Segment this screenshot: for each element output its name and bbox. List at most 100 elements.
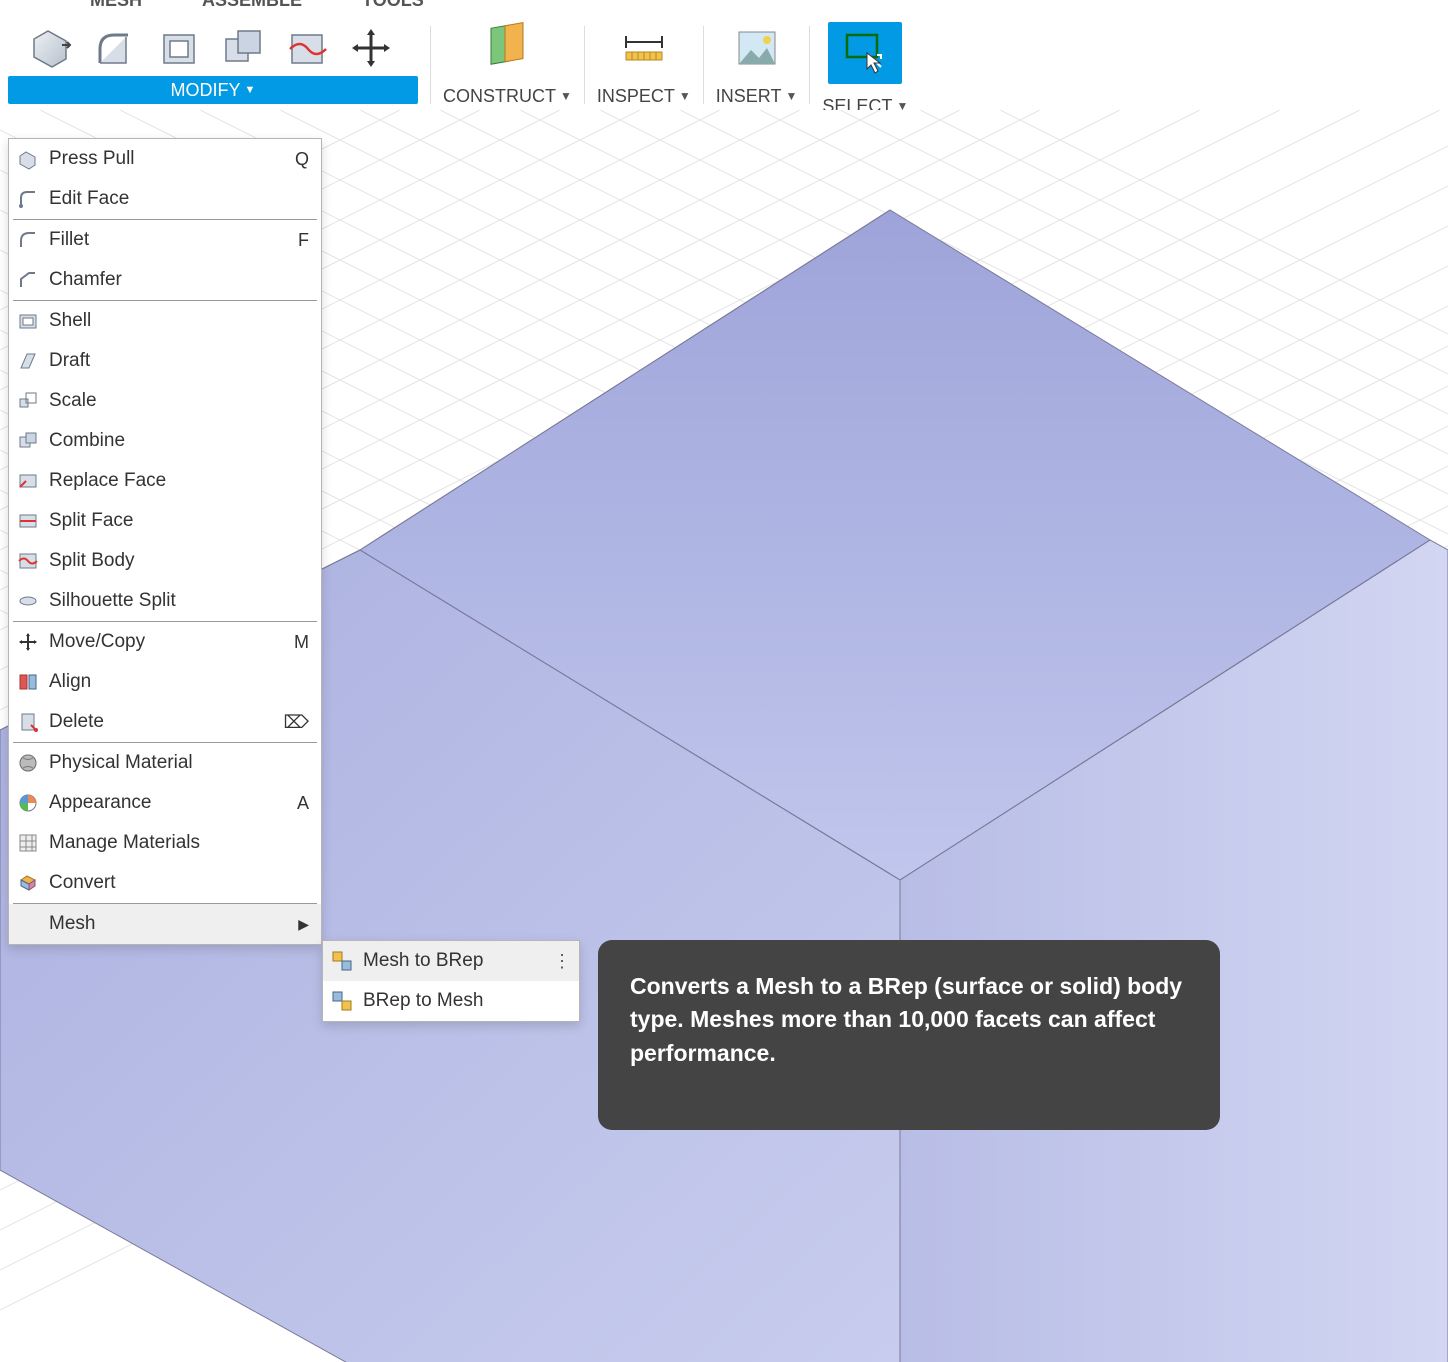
menu-item-shortcut: ⌦ (284, 712, 309, 733)
menu-item-label: Align (49, 671, 291, 693)
menu-item-move-copy[interactable]: Move/CopyM (9, 622, 321, 662)
menu-item-label: Appearance (49, 792, 291, 814)
menu-item-manage-materials[interactable]: Manage Materials (9, 823, 321, 863)
menu-item-label: Chamfer (49, 269, 291, 291)
menu-item-label: Move/Copy (49, 631, 291, 653)
delete-icon (15, 709, 41, 735)
menu-item-label: Mesh (49, 913, 298, 935)
modify-dropdown-button[interactable]: MODIFY ▼ (8, 76, 418, 104)
menu-item-label: Split Face (49, 510, 291, 532)
brep-to-mesh-icon (329, 988, 355, 1014)
menu-item-chamfer[interactable]: Chamfer (9, 260, 321, 300)
insert-icon[interactable] (731, 22, 783, 74)
tooltip-panel: Converts a Mesh to a BRep (surface or so… (598, 940, 1220, 1130)
menu-item-convert[interactable]: Convert (9, 863, 321, 903)
menu-item-shortcut: M (291, 632, 309, 653)
modify-dropdown-menu: Press PullQEdit FaceFilletFChamferShellD… (8, 138, 322, 945)
dropdown-triangle-icon: ▼ (245, 84, 256, 96)
select-icon[interactable] (828, 22, 902, 84)
physical-material-icon (15, 750, 41, 776)
submenu-item-brep-to-mesh[interactable]: BRep to Mesh (323, 981, 579, 1021)
menu-item-fillet[interactable]: FilletF (9, 220, 321, 260)
toolbar-group-insert: INSERT ▼ (712, 20, 802, 108)
menu-item-label: Split Body (49, 550, 291, 572)
separator (430, 26, 431, 104)
fillet-icon (15, 227, 41, 253)
menu-item-shortcut: F (291, 230, 309, 251)
menu-item-label: Scale (49, 390, 291, 412)
menu-item-label: Replace Face (49, 470, 291, 492)
manage-materials-icon (15, 830, 41, 856)
replace-face-icon (15, 468, 41, 494)
dropdown-triangle-icon: ▼ (785, 89, 797, 103)
menu-item-silhouette-split[interactable]: Silhouette Split (9, 581, 321, 621)
insert-label: INSERT (716, 86, 782, 107)
tab-assemble[interactable]: ASSEMBLE (202, 0, 302, 10)
shell-icon[interactable] (153, 22, 205, 74)
separator (584, 26, 585, 104)
toolbar: MODIFY ▼ CONSTRUCT ▼ INSPECT ▼ (0, 10, 1448, 110)
menu-item-align[interactable]: Align (9, 662, 321, 702)
inspect-label: INSPECT (597, 86, 675, 107)
kebab-icon[interactable]: ⋮ (553, 951, 569, 972)
menu-item-label: Draft (49, 350, 291, 372)
menu-item-delete[interactable]: Delete⌦ (9, 702, 321, 742)
mesh-to-brep-icon (329, 948, 355, 974)
split-body-icon (15, 548, 41, 574)
menu-item-split-face[interactable]: Split Face (9, 501, 321, 541)
appearance-icon (15, 790, 41, 816)
mesh-submenu: Mesh to BRep ⋮ BRep to Mesh (322, 940, 580, 1022)
construct-dropdown-button[interactable]: CONSTRUCT ▼ (443, 84, 572, 108)
modify-label: MODIFY (171, 80, 241, 101)
construct-label: CONSTRUCT (443, 86, 556, 107)
menu-item-label: Fillet (49, 229, 291, 251)
submenu-item-label: Mesh to BRep (363, 950, 553, 972)
tab-tools[interactable]: TOOLS (362, 0, 424, 10)
scale-icon (15, 388, 41, 414)
combine-icon (15, 428, 41, 454)
menu-item-physical-material[interactable]: Physical Material (9, 743, 321, 783)
menu-item-draft[interactable]: Draft (9, 341, 321, 381)
menu-item-replace-face[interactable]: Replace Face (9, 461, 321, 501)
toolbar-group-select: SELECT ▼ (818, 20, 912, 118)
tooltip-text: Converts a Mesh to a BRep (surface or so… (630, 973, 1182, 1066)
menu-item-label: Edit Face (49, 188, 291, 210)
shell-icon (15, 308, 41, 334)
inspect-dropdown-button[interactable]: INSPECT ▼ (597, 84, 691, 108)
ribbon-tabs: MESH ASSEMBLE TOOLS (0, 0, 1448, 10)
submenu-item-mesh-to-brep[interactable]: Mesh to BRep ⋮ (323, 941, 579, 981)
split-body-icon[interactable] (281, 22, 333, 74)
menu-item-label: Shell (49, 310, 291, 332)
menu-item-scale[interactable]: Scale (9, 381, 321, 421)
align-icon (15, 669, 41, 695)
menu-item-label: Silhouette Split (49, 590, 291, 612)
menu-item-appearance[interactable]: AppearanceA (9, 783, 321, 823)
menu-item-combine[interactable]: Combine (9, 421, 321, 461)
tab-mesh[interactable]: MESH (90, 0, 142, 10)
press-pull-icon[interactable] (25, 22, 77, 74)
toolbar-group-modify: MODIFY ▼ (0, 20, 422, 104)
combine-icon[interactable] (217, 22, 269, 74)
move-copy-icon (15, 629, 41, 655)
construct-icon[interactable] (481, 22, 533, 74)
draft-icon (15, 348, 41, 374)
convert-icon (15, 870, 41, 896)
submenu-item-label: BRep to Mesh (363, 990, 569, 1012)
dropdown-triangle-icon: ▼ (560, 89, 572, 103)
separator (703, 26, 704, 104)
move-icon[interactable] (345, 22, 397, 74)
submenu-arrow-icon: ▶ (298, 916, 309, 933)
edit-face-icon (15, 186, 41, 212)
menu-item-split-body[interactable]: Split Body (9, 541, 321, 581)
menu-item-label: Press Pull (49, 148, 291, 170)
menu-item-edit-face[interactable]: Edit Face (9, 179, 321, 219)
menu-item-press-pull[interactable]: Press PullQ (9, 139, 321, 179)
insert-dropdown-button[interactable]: INSERT ▼ (716, 84, 798, 108)
menu-item-mesh[interactable]: Mesh▶ (9, 904, 321, 944)
menu-item-label: Convert (49, 872, 291, 894)
fillet-icon[interactable] (89, 22, 141, 74)
dropdown-triangle-icon: ▼ (679, 89, 691, 103)
menu-item-shortcut: Q (291, 149, 309, 170)
menu-item-shell[interactable]: Shell (9, 301, 321, 341)
inspect-icon[interactable] (618, 22, 670, 74)
